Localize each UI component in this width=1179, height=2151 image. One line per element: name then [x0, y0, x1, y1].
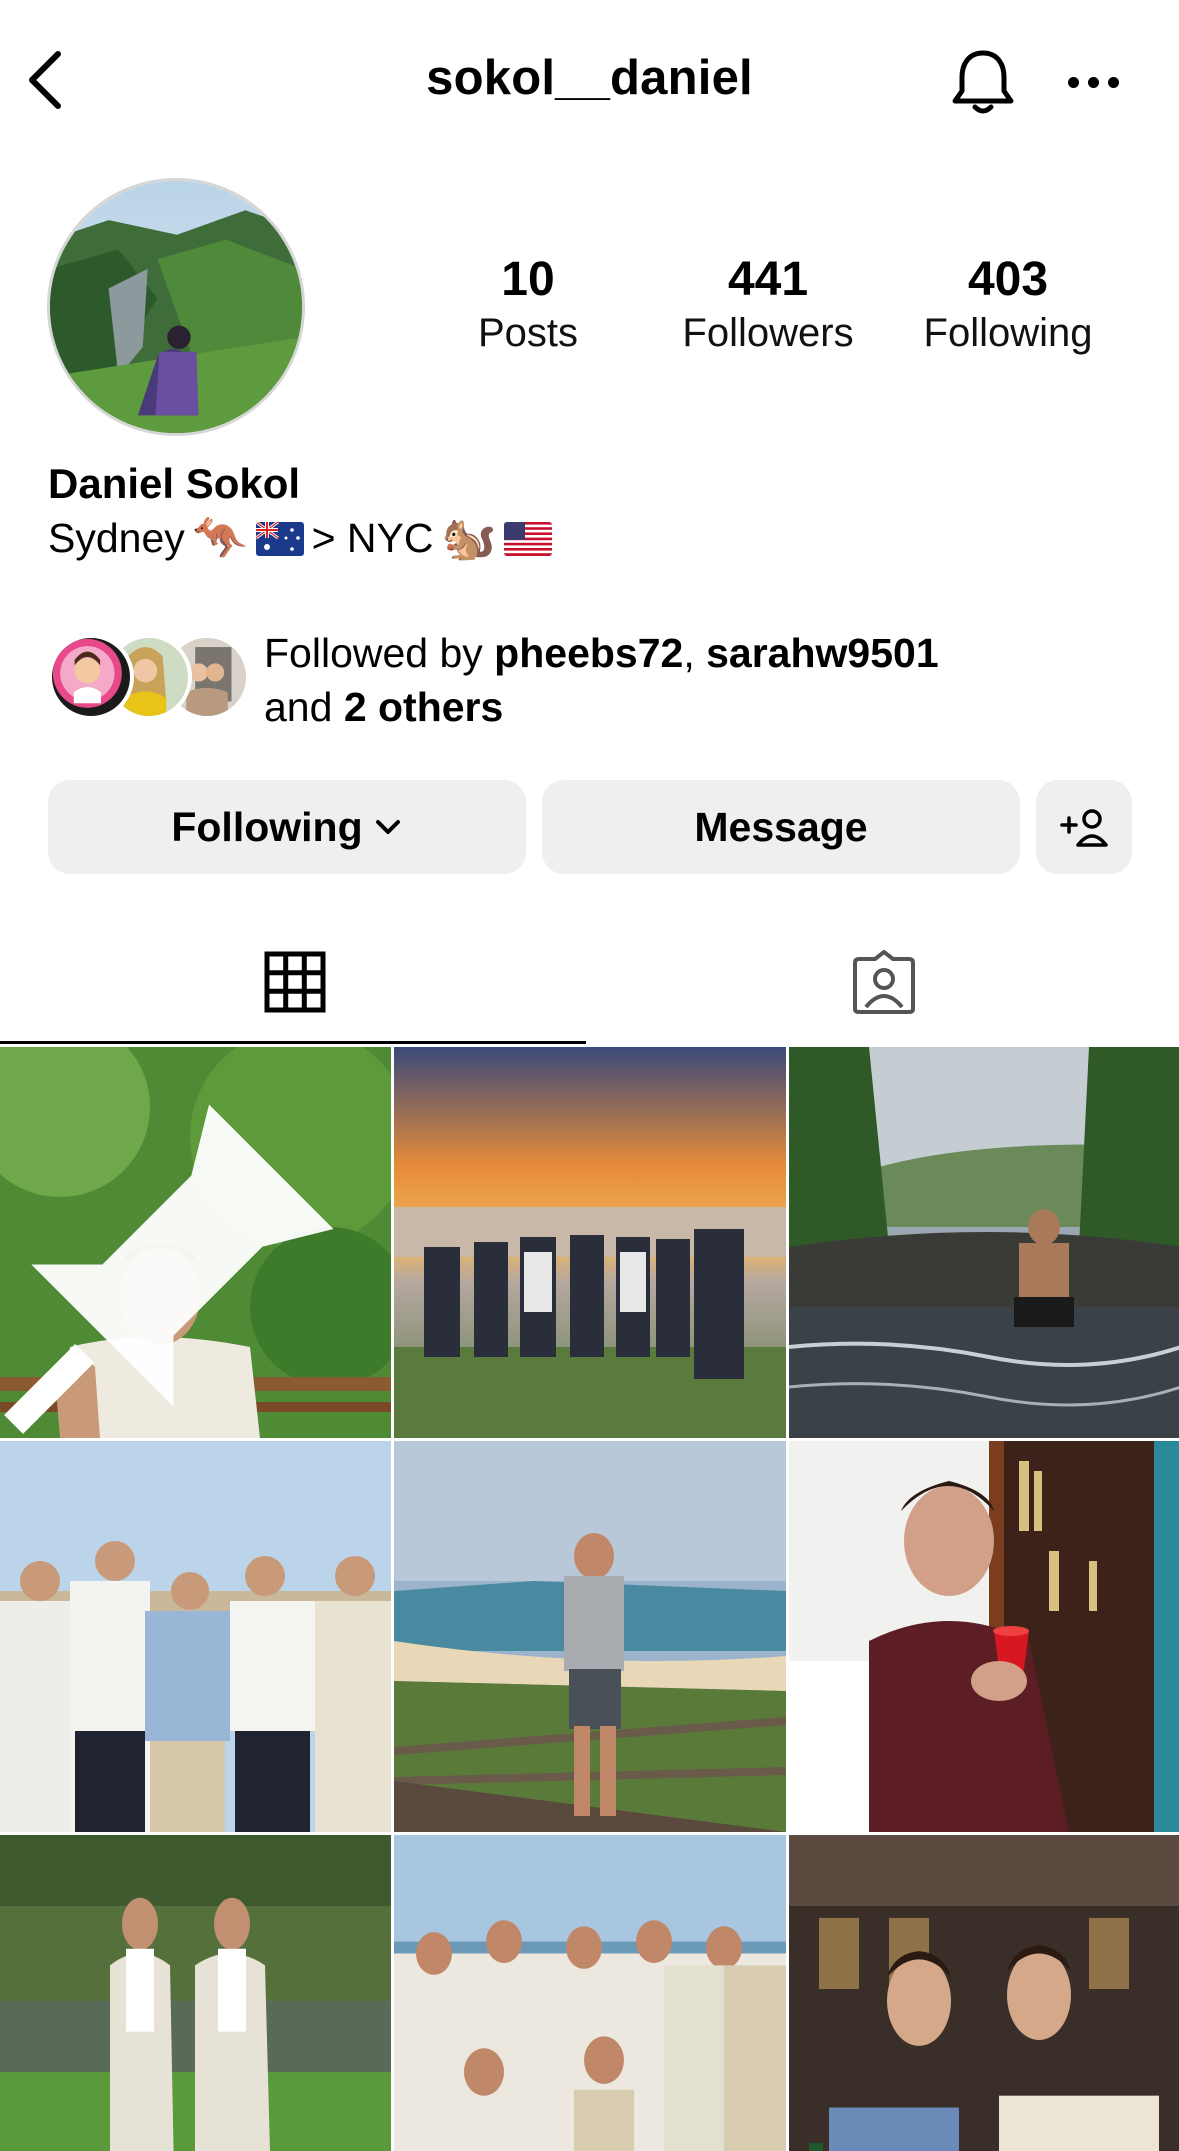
- post-thumbnail[interactable]: [394, 1441, 786, 1832]
- profile-actions: Following Message: [48, 780, 1132, 876]
- mutual-user-2[interactable]: sarahw9501: [706, 630, 939, 676]
- add-person-icon: [1060, 809, 1108, 847]
- post-thumbnail[interactable]: [0, 1441, 391, 1832]
- followers-count: 441: [727, 253, 809, 306]
- tagged-person-icon: [852, 950, 915, 1014]
- followers-stat[interactable]: 441 Followers: [658, 252, 878, 358]
- profile-tabs: [0, 920, 1179, 1044]
- followed-by[interactable]: Followed by pheebs72, sarahw9501 and 2 o…: [48, 626, 1148, 730]
- posts-grid: [0, 1047, 1179, 2151]
- tab-posts-grid[interactable]: [0, 920, 589, 1044]
- post-thumbnail[interactable]: [394, 1835, 786, 2151]
- mutual-avatar-1: [48, 634, 134, 720]
- followed-by-prefix: Followed by: [264, 630, 495, 676]
- post-thumbnail[interactable]: [394, 1047, 786, 1438]
- following-button-label: Following: [171, 803, 363, 850]
- post-thumbnail[interactable]: [789, 1047, 1179, 1438]
- message-button[interactable]: Message: [542, 780, 1020, 874]
- followed-by-and: and: [264, 684, 344, 730]
- followers-label: Followers: [682, 311, 854, 355]
- grid-icon: [264, 951, 325, 1013]
- profile-header: sokol__daniel: [0, 0, 1179, 165]
- following-button[interactable]: Following: [48, 780, 526, 874]
- post-thumbnail[interactable]: [0, 1047, 391, 1438]
- following-count: 403: [967, 253, 1049, 306]
- bell-icon: [952, 50, 1014, 114]
- post-thumbnail[interactable]: [0, 1835, 391, 2151]
- mutual-user-1[interactable]: pheebs72: [494, 630, 683, 676]
- usa-flag-icon: [504, 521, 553, 556]
- pinned-icon: [4, 1104, 334, 1434]
- bio-destination: > NYC: [311, 515, 434, 561]
- chevron-down-icon: [375, 820, 400, 834]
- post-thumbnail[interactable]: [789, 1835, 1179, 2151]
- followed-by-text: Followed by pheebs72, sarahw9501 and 2 o…: [264, 626, 1124, 734]
- suggested-people-button[interactable]: [1036, 780, 1132, 874]
- kangaroo-icon: 🦘: [192, 513, 248, 563]
- more-horizontal-icon: [1068, 76, 1079, 88]
- posts-label: Posts: [477, 311, 579, 355]
- mutual-avatars: [48, 634, 250, 720]
- message-button-label: Message: [694, 803, 868, 850]
- posts-stat[interactable]: 10 Posts: [418, 252, 638, 358]
- following-label: Following: [923, 311, 1093, 355]
- australia-flag-icon: [255, 521, 304, 556]
- profile-bio: Sydney 🦘 > NYC 🐿️: [48, 513, 553, 563]
- posts-count: 10: [501, 253, 555, 306]
- notifications-button[interactable]: [950, 45, 1016, 117]
- tab-tagged[interactable]: [589, 920, 1178, 1044]
- profile-stats: 10 Posts 441 Followers 403 Following: [0, 252, 1179, 362]
- mutual-others[interactable]: 2 others: [344, 684, 504, 730]
- chipmunk-icon: 🐿️: [441, 513, 497, 563]
- profile-full-name: Daniel Sokol: [48, 460, 301, 507]
- following-stat[interactable]: 403 Following: [898, 252, 1118, 358]
- active-tab-indicator: [0, 1041, 586, 1044]
- followed-by-separator: ,: [683, 630, 707, 676]
- bio-city: Sydney: [48, 515, 185, 561]
- post-thumbnail[interactable]: [789, 1441, 1179, 1832]
- more-options-button[interactable]: [1068, 70, 1124, 94]
